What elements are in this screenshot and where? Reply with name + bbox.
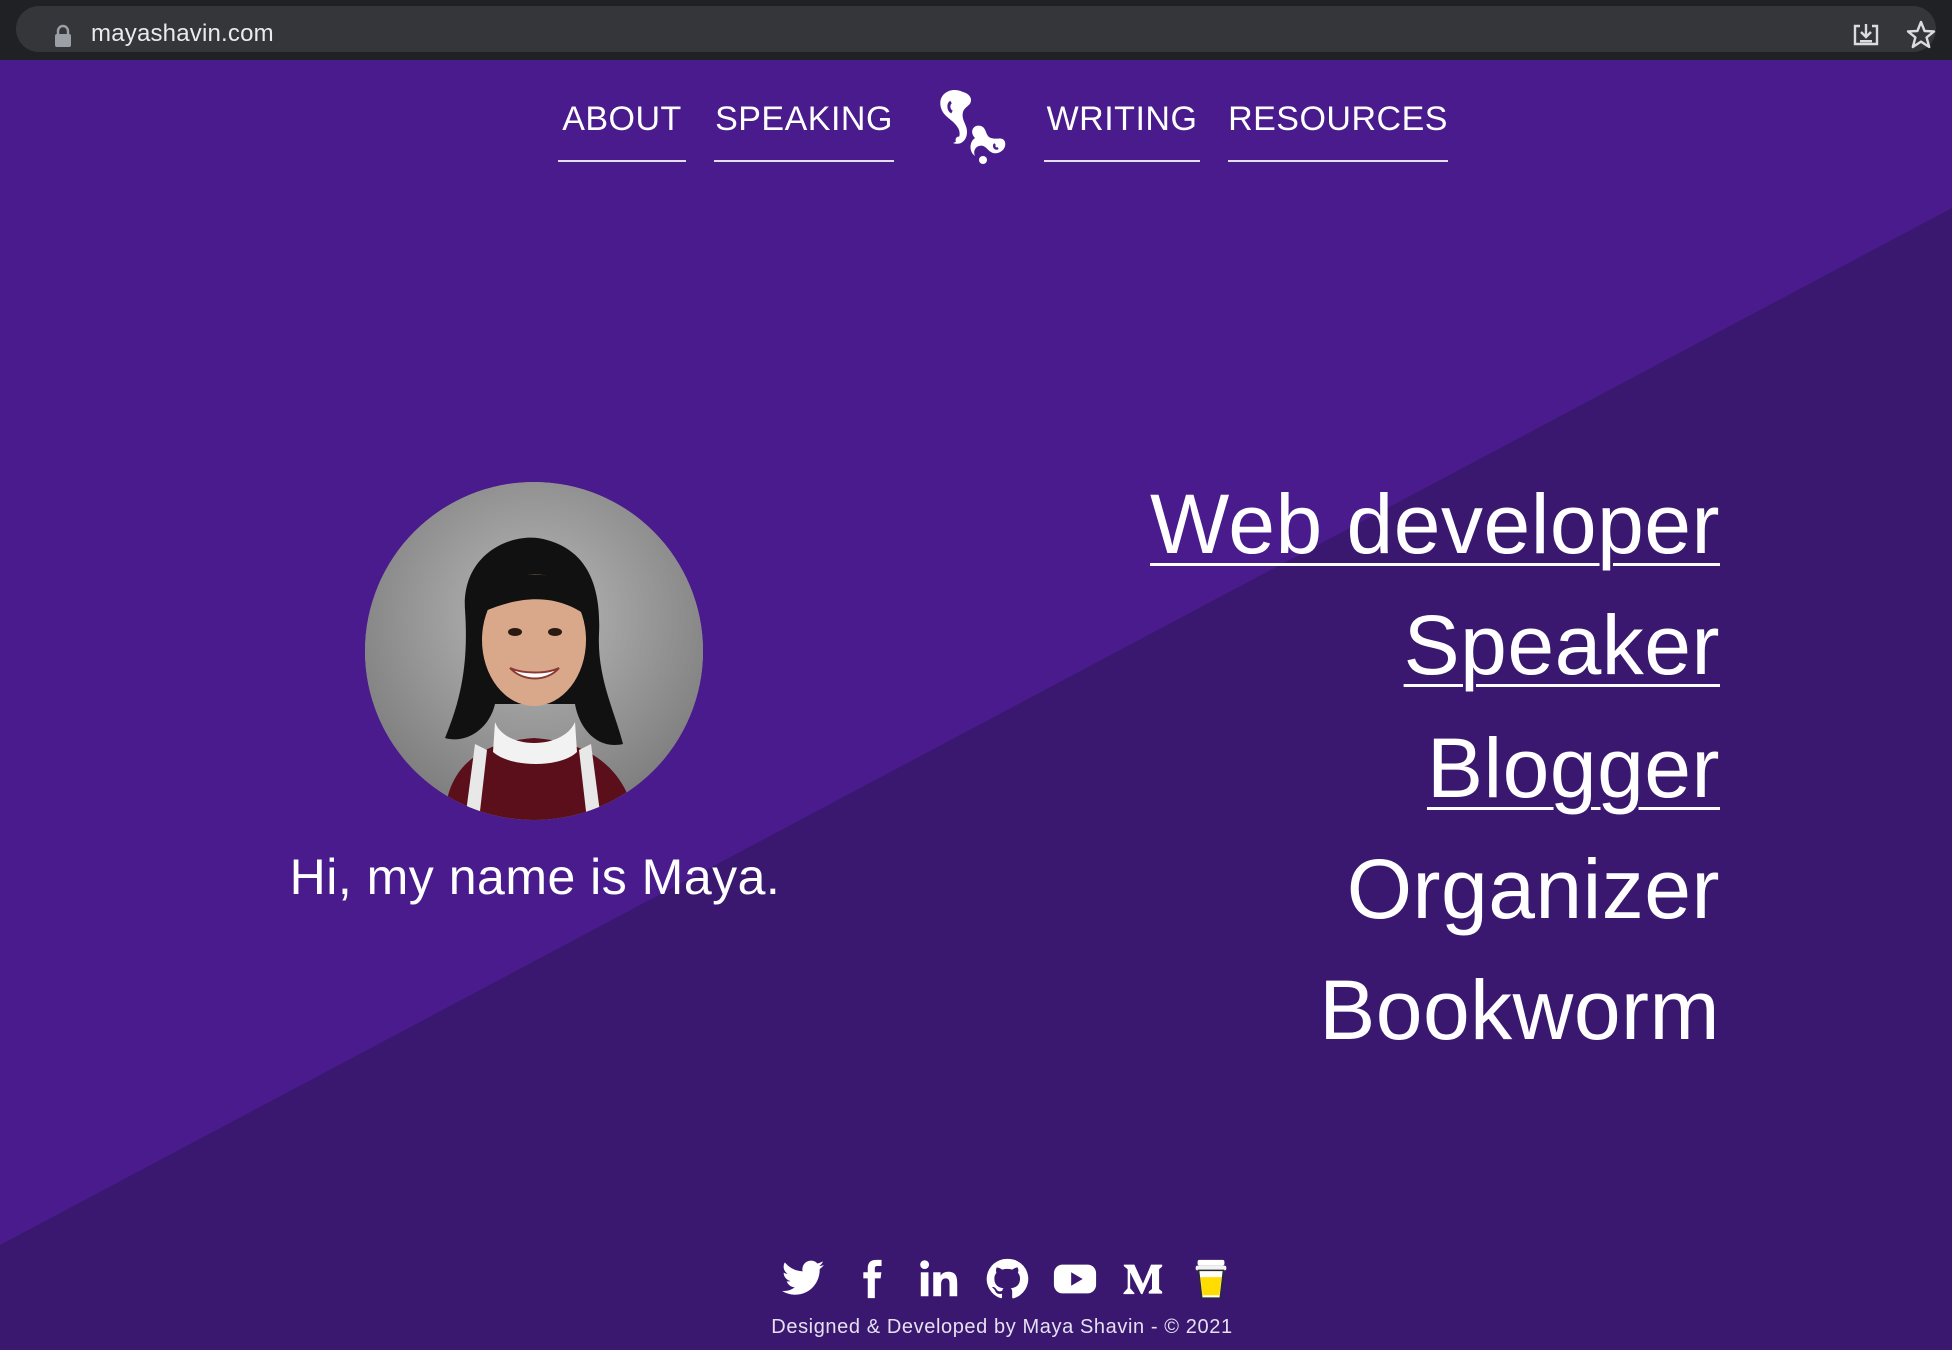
nav-speaking-label: SPEAKING xyxy=(715,100,893,138)
star-icon[interactable] xyxy=(1906,20,1936,50)
nav-resources[interactable]: RESOURCES xyxy=(1228,98,1448,162)
role-bookworm: Bookworm xyxy=(1319,963,1720,1057)
nav-writing[interactable]: WRITING xyxy=(1044,98,1200,162)
facebook-icon[interactable] xyxy=(848,1256,894,1302)
nav-about[interactable]: ABOUT xyxy=(558,98,686,162)
install-icon[interactable] xyxy=(1852,22,1880,50)
address-bar[interactable]: mayashavin.com xyxy=(16,6,1936,52)
social-links xyxy=(780,1256,1230,1302)
buy-me-a-coffee-icon[interactable] xyxy=(1188,1256,1234,1302)
youtube-icon[interactable] xyxy=(1052,1256,1098,1302)
twitter-icon[interactable] xyxy=(780,1256,826,1302)
nav-writing-label: WRITING xyxy=(1046,100,1198,138)
butterfly-logo-icon[interactable] xyxy=(925,80,1015,170)
browser-toolbar: mayashavin.com xyxy=(0,0,1952,60)
lock-icon xyxy=(55,24,71,47)
greeting-text: Hi, my name is Maya. xyxy=(289,849,781,905)
medium-icon[interactable] xyxy=(1120,1256,1166,1302)
footer-copyright: Designed & Developed by Maya Shavin - © … xyxy=(771,1316,1233,1338)
github-icon[interactable] xyxy=(984,1256,1030,1302)
background-diagonal xyxy=(0,60,1952,1350)
profile-photo xyxy=(365,482,703,820)
profile-photo-illustration xyxy=(365,482,703,820)
nav-resources-label: RESOURCES xyxy=(1228,100,1448,138)
role-speaker-link[interactable]: Speaker xyxy=(1404,603,1720,687)
main-nav: ABOUT SPEAKING WRITING RESOURCES xyxy=(0,60,1952,170)
nav-speaking[interactable]: SPEAKING xyxy=(714,98,894,162)
nav-about-label: ABOUT xyxy=(562,100,682,138)
page-content: ABOUT SPEAKING WRITING RESOURCES Hi, my … xyxy=(0,60,1952,1350)
linkedin-icon[interactable] xyxy=(916,1256,962,1302)
role-organizer: Organizer xyxy=(1346,842,1720,936)
role-web-developer-link[interactable]: Web developer xyxy=(1150,482,1720,566)
role-blogger-link[interactable]: Blogger xyxy=(1427,726,1720,810)
url-text[interactable]: mayashavin.com xyxy=(91,20,274,48)
